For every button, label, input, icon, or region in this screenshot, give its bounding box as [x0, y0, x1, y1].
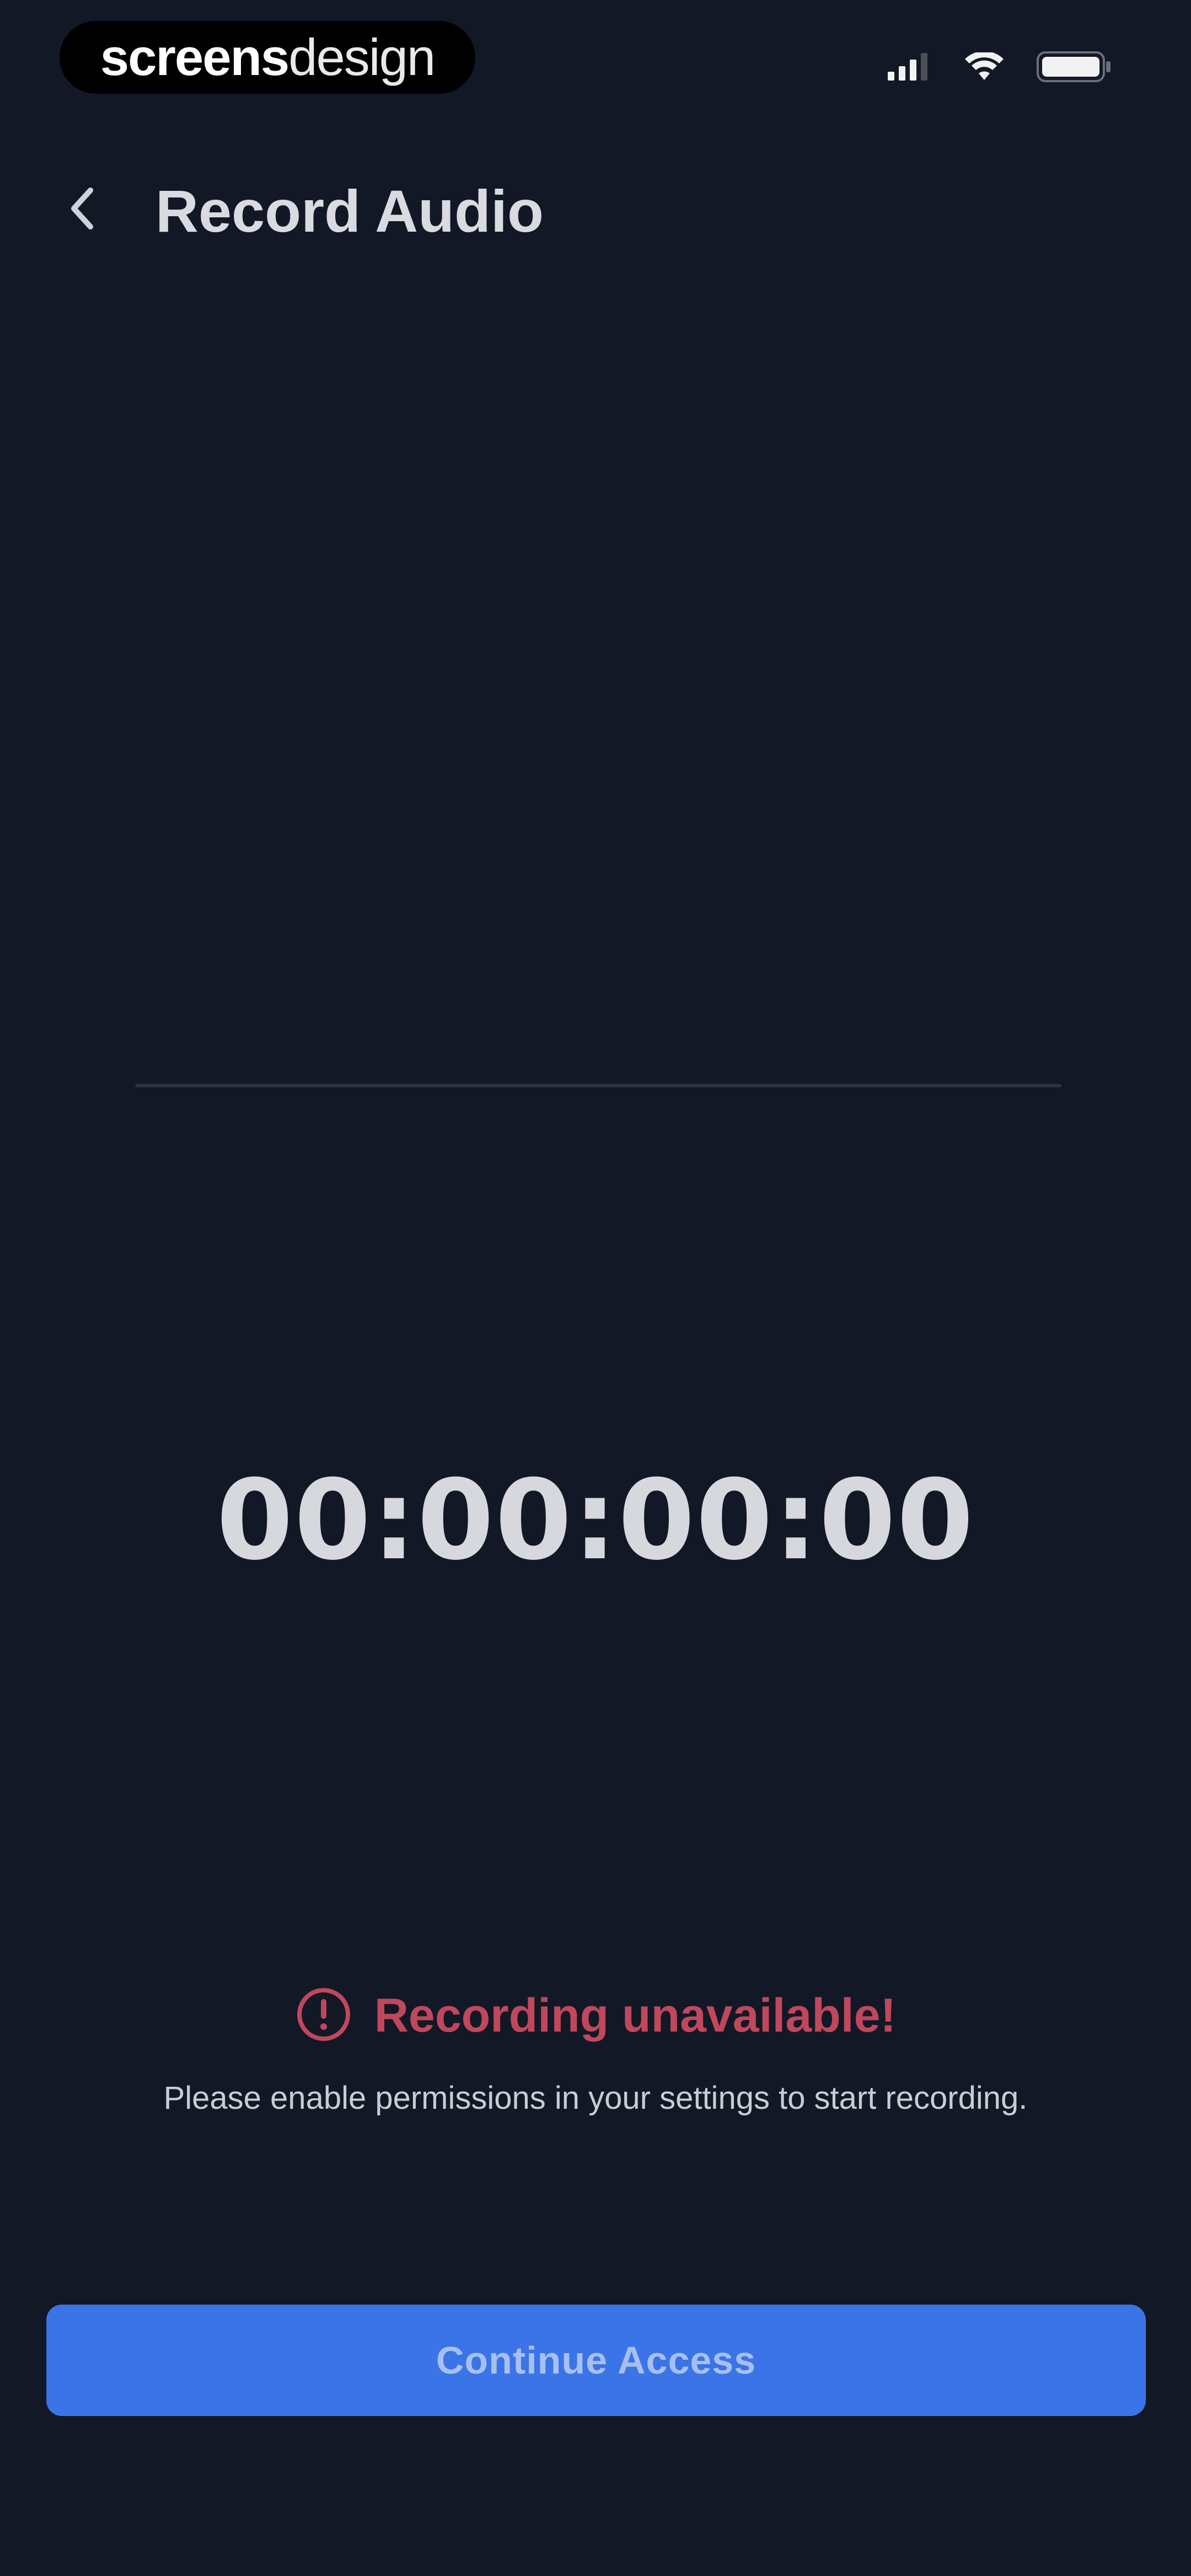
back-button[interactable]	[55, 182, 110, 237]
nav-bar: Record Audio	[0, 160, 1191, 259]
status-icons	[888, 49, 1114, 87]
error-description: Please enable permissions in your settin…	[163, 2080, 1028, 2116]
chevron-left-icon	[66, 184, 99, 236]
page-title: Record Audio	[155, 178, 544, 244]
brand-watermark: screens design	[60, 21, 475, 94]
waveform-area	[135, 331, 1061, 1302]
waveform-baseline	[135, 1084, 1061, 1087]
signal-icon	[888, 52, 932, 83]
error-banner: Recording unavailable!	[0, 1986, 1191, 2046]
brand-part-1: screens	[100, 28, 289, 86]
battery-icon	[1037, 50, 1114, 86]
alert-circle-icon	[295, 1986, 352, 2046]
wifi-icon	[965, 51, 1004, 84]
error-title: Recording unavailable!	[374, 1989, 897, 2042]
recording-timer: 00:00:00:00	[216, 1456, 975, 1585]
brand-part-2: design	[288, 28, 436, 86]
continue-access-button[interactable]: Continue Access	[46, 2305, 1146, 2416]
status-bar: screens design	[0, 0, 1191, 121]
